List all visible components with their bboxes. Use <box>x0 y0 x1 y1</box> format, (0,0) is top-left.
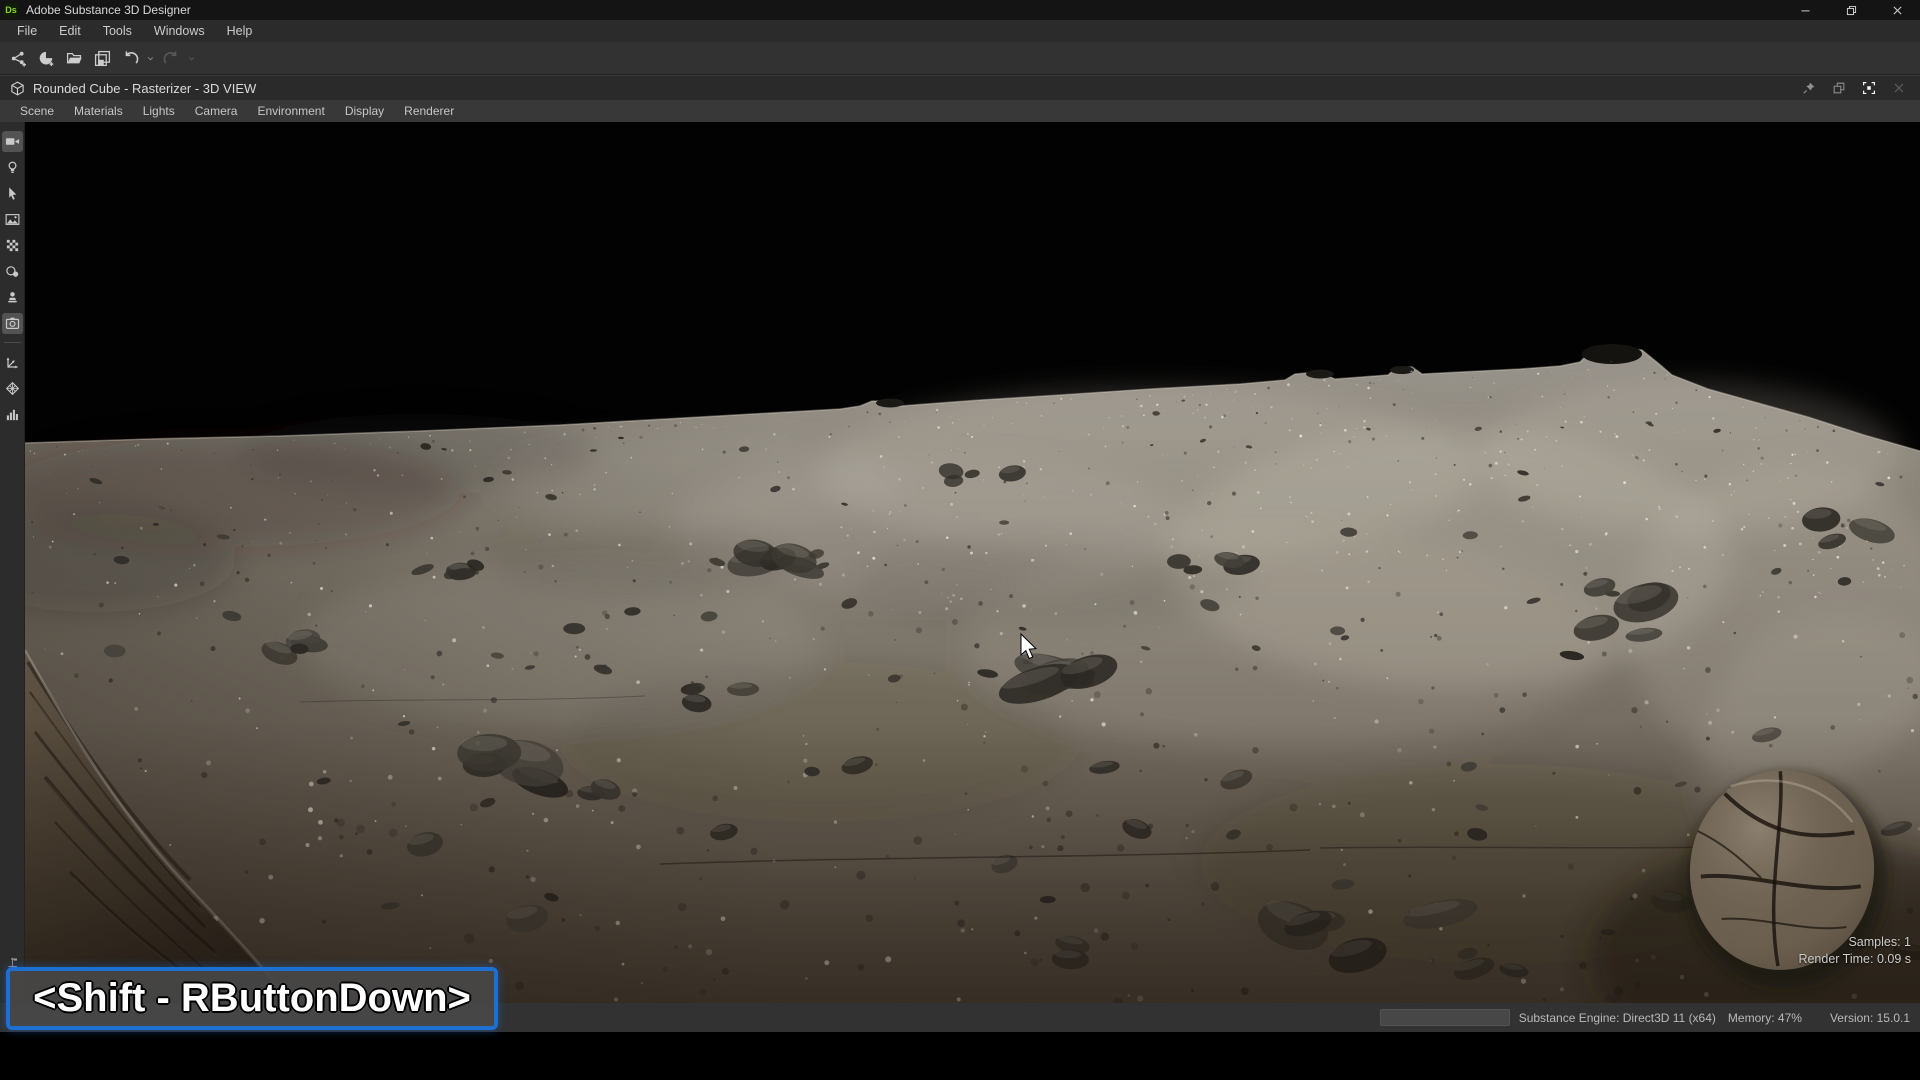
redo-menu-icon[interactable] <box>185 46 198 70</box>
restore-button[interactable] <box>1828 0 1874 20</box>
samples-value: Samples: 1 <box>1798 934 1911 951</box>
new-graph-icon[interactable] <box>34 46 58 70</box>
minimize-button[interactable] <box>1782 0 1828 20</box>
window-controls <box>1782 0 1920 20</box>
cube-icon <box>10 81 25 96</box>
shortcut-text: <Shift - RButtonDown> <box>33 976 471 1021</box>
panel-header: Rounded Cube - Rasterizer - 3D VIEW <box>0 75 1920 100</box>
panel-header-icons <box>1802 81 1910 95</box>
render-view-icon[interactable] <box>2 313 23 334</box>
viewport-3d-scene[interactable] <box>25 122 1920 1003</box>
menu-windows[interactable]: Windows <box>143 20 216 42</box>
transform-axes-icon[interactable] <box>2 352 23 373</box>
app-icon: Ds <box>4 3 18 17</box>
save-icon[interactable] <box>90 46 114 70</box>
close-icon[interactable] <box>1892 81 1906 95</box>
wireframe-icon[interactable] <box>2 378 23 399</box>
render-stats: Samples: 1 Render Time: 0.09 s <box>1798 934 1911 968</box>
panel-menu-bar: SceneMaterialsLightsCameraEnvironmentDis… <box>0 100 1920 122</box>
app-window: Ds Adobe Substance 3D Designer FileEditT… <box>0 0 1920 1080</box>
panel-menu-display[interactable]: Display <box>335 104 394 118</box>
window-title: Adobe Substance 3D Designer <box>26 3 191 17</box>
environment-icon[interactable] <box>2 209 23 230</box>
panel-menu-lights[interactable]: Lights <box>133 104 185 118</box>
pin-icon[interactable] <box>1802 81 1816 95</box>
panel-menu-camera[interactable]: Camera <box>185 104 248 118</box>
new-package-icon[interactable] <box>6 46 30 70</box>
expand-icon[interactable] <box>1862 81 1876 95</box>
title-bar: Ds Adobe Substance 3D Designer <box>0 0 1920 20</box>
menu-bar: FileEditToolsWindowsHelp <box>0 20 1920 42</box>
progress-bar <box>1380 1009 1510 1026</box>
panel-menu-environment[interactable]: Environment <box>247 104 334 118</box>
open-file-icon[interactable] <box>62 46 86 70</box>
shortcut-overlay: <Shift - RButtonDown> <box>6 967 498 1030</box>
panel-menu-scene[interactable]: Scene <box>10 104 64 118</box>
side-toolbar <box>0 122 25 1003</box>
panel-menu-materials[interactable]: Materials <box>64 104 133 118</box>
pointer-icon[interactable] <box>2 183 23 204</box>
histogram-icon[interactable] <box>2 404 23 425</box>
panel-title: Rounded Cube - Rasterizer - 3D VIEW <box>33 81 256 96</box>
toolbar-separator <box>4 342 21 343</box>
close-button[interactable] <box>1874 0 1920 20</box>
menu-help[interactable]: Help <box>216 20 264 42</box>
work-area: Samples: 1 Render Time: 0.09 s <box>0 122 1920 1003</box>
memory-status: Memory: 47% <box>1728 1011 1802 1025</box>
undo-menu-icon[interactable] <box>144 46 157 70</box>
sphere-icon[interactable] <box>2 261 23 282</box>
float-icon[interactable] <box>1832 81 1846 95</box>
menu-file[interactable]: File <box>6 20 48 42</box>
video-camera-icon[interactable] <box>2 131 23 152</box>
light-bulb-icon[interactable] <box>2 157 23 178</box>
material-icon[interactable] <box>2 235 23 256</box>
version-status: Version: 15.0.1 <box>1830 1011 1910 1025</box>
panel-menu-renderer[interactable]: Renderer <box>394 104 464 118</box>
engine-status: Substance Engine: Direct3D 11 (x64) <box>1519 1011 1716 1025</box>
avatar-icon[interactable] <box>2 287 23 308</box>
main-toolbar <box>0 42 1920 75</box>
viewport-3d[interactable]: Samples: 1 Render Time: 0.09 s <box>25 122 1920 1003</box>
menu-tools[interactable]: Tools <box>92 20 143 42</box>
undo-icon[interactable] <box>118 46 142 70</box>
render-time-value: Render Time: 0.09 s <box>1798 951 1911 968</box>
redo-icon[interactable] <box>159 46 183 70</box>
menu-edit[interactable]: Edit <box>48 20 92 42</box>
